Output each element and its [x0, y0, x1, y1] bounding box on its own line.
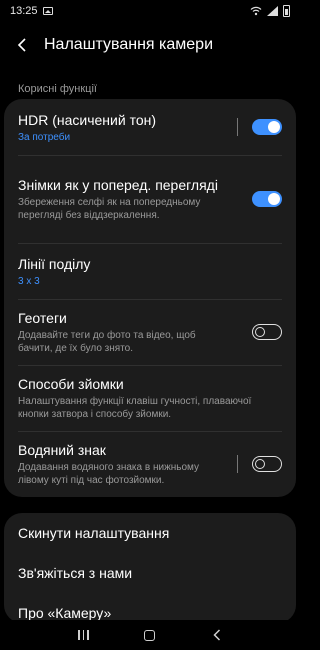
page-title: Налаштування камери	[44, 36, 214, 53]
header: Налаштування камери	[0, 28, 300, 62]
setting-watermark[interactable]: Водяний знак Додавання водяного знака в …	[4, 431, 296, 497]
setting-subtitle: Налаштування функції клавіш гучності, пл…	[18, 396, 252, 420]
about-camera-item[interactable]: Про «Камеру»	[4, 593, 296, 623]
watermark-toggle[interactable]	[252, 456, 282, 472]
setting-title: Способи зйомки	[18, 376, 124, 392]
setting-title: HDR (насичений тон)	[18, 111, 156, 128]
divider	[237, 455, 238, 473]
nav-back-button[interactable]	[202, 625, 232, 645]
setting-subtitle: Додавання водяного знака в нижньому ліво…	[18, 462, 200, 486]
home-icon	[144, 629, 156, 641]
recents-icon	[78, 630, 89, 640]
navigation-bar	[0, 620, 300, 650]
back-arrow-icon	[17, 38, 26, 52]
divider	[237, 118, 238, 136]
status-bar: 13:25	[0, 0, 300, 22]
home-button[interactable]	[135, 625, 165, 645]
back-icon	[213, 629, 220, 641]
reset-settings-item[interactable]: Скинути налаштування	[4, 513, 296, 553]
image-notification-icon	[42, 7, 53, 15]
setting-shooting-methods[interactable]: Способи зйомки Налаштування функції клав…	[4, 365, 296, 431]
setting-title: Водяний знак	[18, 442, 106, 458]
geotags-toggle[interactable]	[252, 324, 282, 340]
preview-snapshots-toggle[interactable]	[252, 191, 282, 207]
setting-title: Лінії поділу	[18, 255, 91, 272]
recents-button[interactable]	[68, 625, 98, 645]
actions-card: Скинути налаштування Зв'яжіться з нами П…	[4, 513, 296, 623]
setting-title: Знімки як у поперед. перегляді	[18, 177, 218, 193]
hdr-toggle[interactable]	[252, 119, 282, 135]
status-icons	[250, 5, 290, 17]
setting-title: Геотеги	[18, 310, 67, 326]
setting-subtitle: Додавайте теги до фото та відео, щоб бач…	[18, 330, 196, 354]
setting-subtitle: Збереження селфі як на попередньому пере…	[18, 197, 201, 221]
setting-grid-lines[interactable]: Лінії поділу 3 x 3	[4, 243, 296, 299]
setting-geotags[interactable]: Геотеги Додавайте теги до фото та відео,…	[4, 299, 296, 365]
setting-preview-snapshots[interactable]: Знімки як у поперед. перегляді Збереженн…	[4, 155, 296, 243]
wifi-icon	[250, 6, 262, 16]
setting-hdr[interactable]: HDR (насичений тон) За потреби	[4, 99, 296, 155]
signal-icon	[267, 6, 278, 16]
section-label: Корисні функції	[18, 83, 97, 95]
setting-subtitle: 3 x 3	[18, 275, 40, 287]
settings-card: HDR (насичений тон) За потреби Знімки як…	[4, 99, 296, 497]
battery-icon	[283, 5, 290, 17]
setting-subtitle: За потреби	[18, 131, 71, 143]
contact-us-item[interactable]: Зв'яжіться з нами	[4, 553, 296, 593]
status-time: 13:25	[10, 5, 38, 17]
back-button[interactable]	[0, 28, 44, 62]
